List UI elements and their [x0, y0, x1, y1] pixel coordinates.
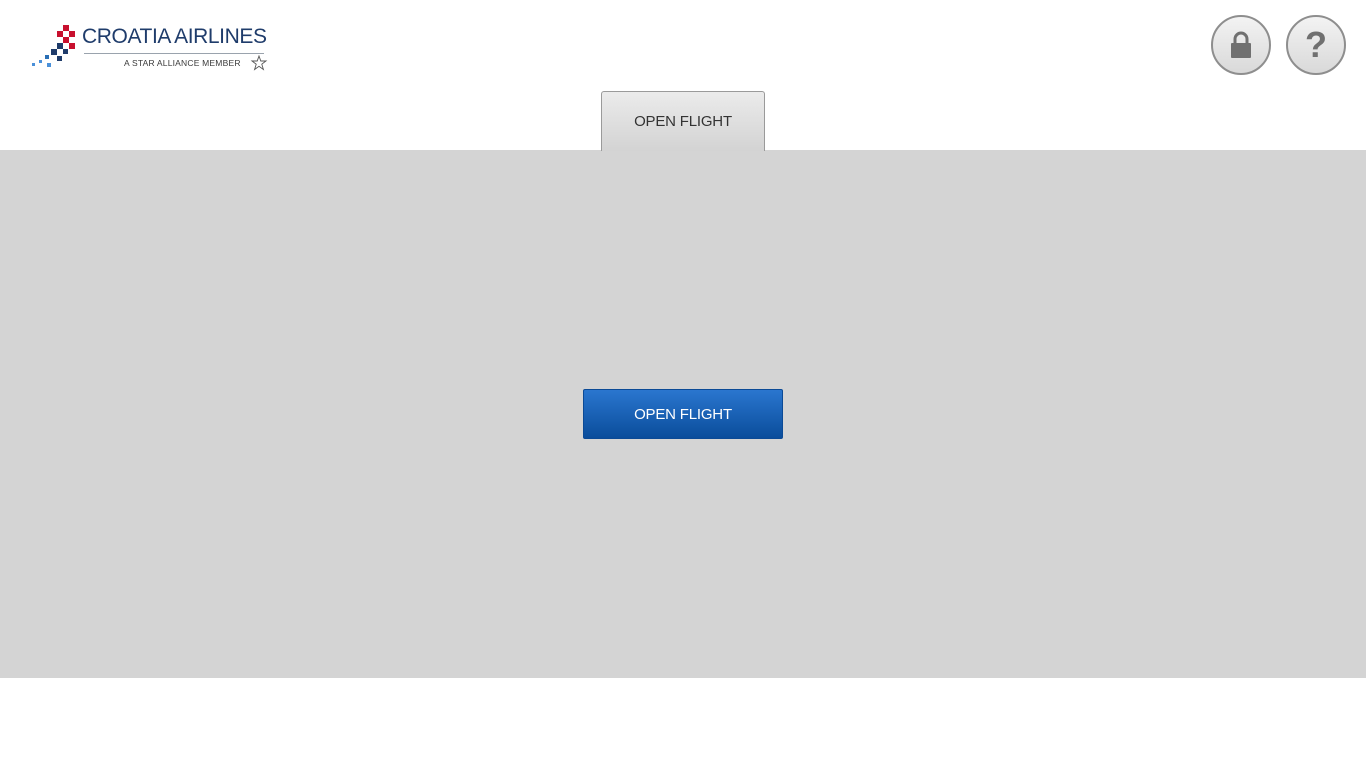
star-alliance-icon — [250, 55, 268, 71]
tab-open-flight[interactable]: OPEN FLIGHT — [601, 91, 765, 151]
logo-wordmark: CROATIA AIRLINES — [82, 25, 267, 48]
open-flight-button[interactable]: OPEN FLIGHT — [583, 389, 783, 439]
open-flight-button-label: OPEN FLIGHT — [634, 405, 732, 423]
lock-button[interactable] — [1211, 15, 1271, 75]
help-button[interactable]: ? — [1286, 15, 1346, 75]
main-panel: OPEN FLIGHT — [0, 150, 1366, 678]
logo-divider — [84, 53, 264, 54]
logo-tagline: A STAR ALLIANCE MEMBER — [124, 58, 241, 68]
logo-mark-icon — [32, 25, 75, 67]
lock-icon — [1231, 31, 1251, 58]
croatia-airlines-logo: CROATIA AIRLINES A STAR ALLIANCE MEMBER — [30, 22, 275, 74]
question-mark-icon: ? — [1305, 24, 1327, 65]
app-page: CROATIA AIRLINES A STAR ALLIANCE MEMBER … — [0, 0, 1366, 764]
tab-label: OPEN FLIGHT — [634, 113, 732, 130]
